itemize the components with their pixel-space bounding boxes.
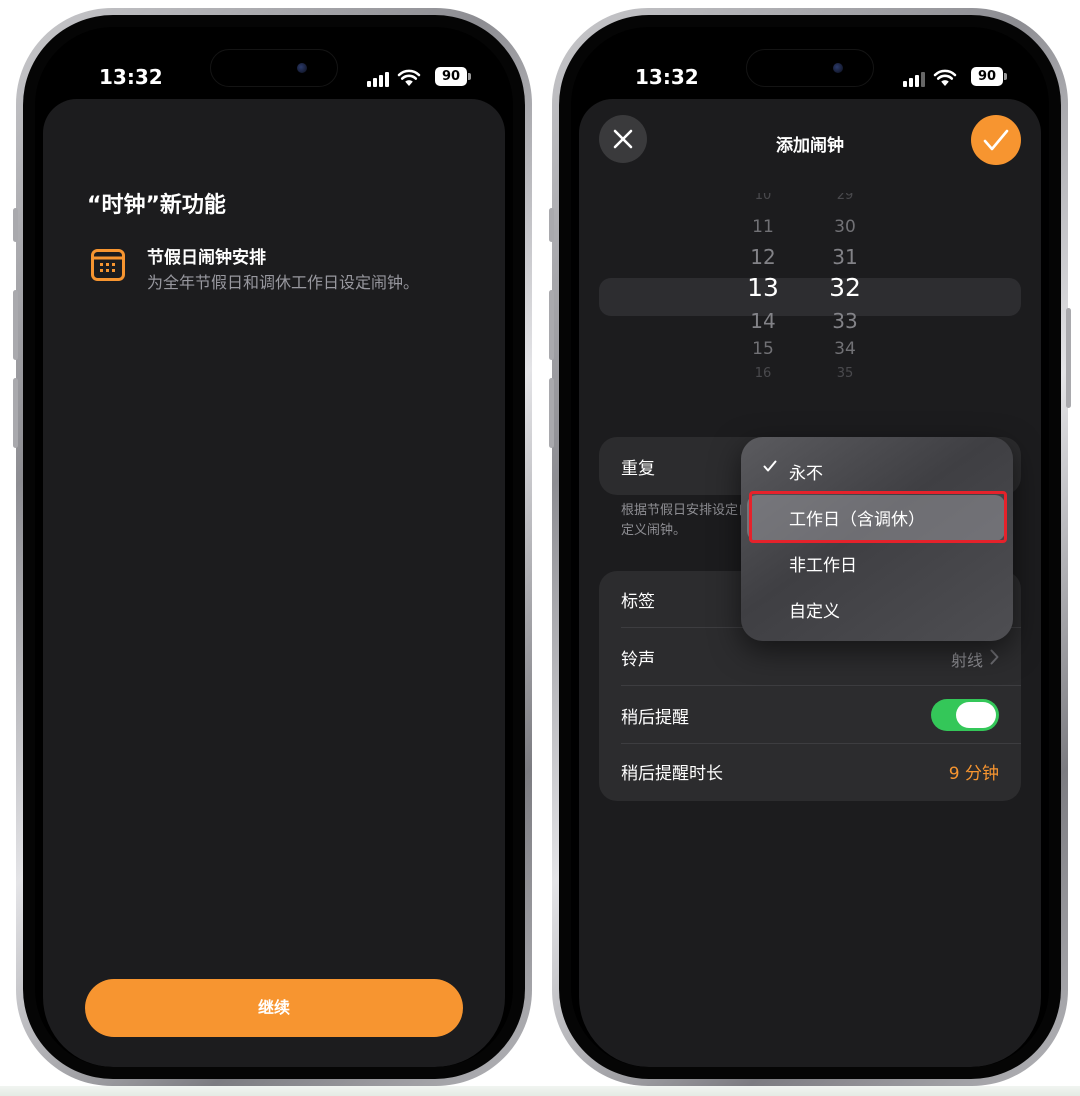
volume-up-button	[549, 290, 554, 360]
minute-value[interactable]: 33	[815, 309, 875, 333]
hour-value[interactable]: 13	[733, 273, 793, 302]
battery-icon: 90	[435, 67, 467, 86]
feature-title: 节假日闹钟安排	[147, 248, 266, 268]
phone-whats-new: 13:32 90 “时钟”新功能 节假日闹钟安排 为全年节假日和调休工作日设定闹…	[13, 8, 532, 1086]
feature-description: 为全年节假日和调休工作日设定闹钟。	[147, 273, 420, 292]
action-button	[549, 208, 554, 242]
status-bar: 13:32 90	[35, 27, 513, 99]
snooze-duration-value: 9 分钟	[948, 764, 999, 784]
minute-value[interactable]: 29	[815, 193, 875, 207]
hour-picker[interactable]: 10 11 12 13 14 15 16	[733, 193, 793, 397]
hour-value[interactable]: 15	[733, 339, 793, 359]
battery-icon: 90	[971, 67, 1003, 86]
hour-value[interactable]: 12	[733, 245, 793, 269]
divider	[621, 743, 1021, 744]
snooze-row-label: 稍后提醒	[621, 708, 689, 728]
volume-down-button	[549, 378, 554, 448]
wifi-icon	[397, 69, 421, 86]
minute-value[interactable]: 32	[815, 273, 875, 302]
status-bar: 13:32 90	[571, 27, 1049, 99]
repeat-label: 重复	[621, 459, 655, 479]
toggle-knob	[956, 702, 996, 728]
annotation-highlight-box	[749, 491, 1007, 543]
battery-cap	[468, 73, 471, 80]
minute-value[interactable]: 31	[815, 245, 875, 269]
snooze-toggle[interactable]	[931, 699, 999, 731]
snooze-duration-label[interactable]: 稍后提醒时长	[621, 759, 723, 784]
add-alarm-sheet: 添加闹钟 10 11 12 13 14 15 16 29 30 31 32 33 34 35 重复 根据…	[579, 99, 1041, 1067]
minute-value[interactable]: 30	[815, 217, 875, 237]
menu-item-non-workdays[interactable]: 非工作日	[789, 551, 857, 576]
holiday-footnote: 根据节假日安排设定自定义闹钟。	[621, 503, 752, 538]
hour-value[interactable]: 10	[733, 193, 793, 207]
label-row-label[interactable]: 标签	[621, 587, 655, 612]
minute-value[interactable]: 35	[815, 367, 875, 381]
phone-add-alarm: 13:32 90 添加闹钟 10 11 12 13 14 15 16 29 30…	[549, 8, 1071, 1086]
cellular-signal-icon	[903, 71, 929, 87]
picker-selection-band	[599, 278, 1021, 316]
calendar-icon	[91, 249, 125, 281]
status-time: 13:32	[99, 65, 163, 89]
hour-value[interactable]: 14	[733, 309, 793, 333]
menu-item-custom[interactable]: 自定义	[789, 597, 840, 622]
done-button[interactable]	[971, 115, 1021, 165]
chevron-right-icon	[990, 649, 999, 665]
screen: 13:32 90 添加闹钟 10 11 12 13 14 15 16 29 30…	[571, 27, 1049, 1067]
divider	[621, 685, 1021, 686]
dynamic-island	[210, 49, 338, 87]
bottom-strip	[0, 1086, 1080, 1096]
hour-value[interactable]: 16	[733, 367, 793, 381]
sound-value: 射线	[950, 651, 983, 670]
minute-value[interactable]: 34	[815, 339, 875, 359]
volume-down-button	[13, 378, 18, 448]
repeat-menu: 永不 工作日（含调休） 非工作日 自定义	[741, 437, 1013, 641]
camera-icon	[297, 63, 307, 73]
hour-value[interactable]: 11	[733, 217, 793, 237]
checkmark-icon	[983, 129, 1009, 151]
camera-icon	[833, 63, 843, 73]
checkmark-icon	[763, 460, 777, 472]
volume-up-button	[13, 290, 18, 360]
whats-new-title: “时钟”新功能	[87, 193, 226, 218]
wifi-icon	[933, 69, 957, 86]
sound-row-label[interactable]: 铃声	[621, 645, 655, 670]
power-button	[1066, 308, 1071, 408]
screen: 13:32 90 “时钟”新功能 节假日闹钟安排 为全年节假日和调休工作日设定闹…	[35, 27, 513, 1067]
status-time: 13:32	[635, 65, 699, 89]
minute-picker[interactable]: 29 30 31 32 33 34 35	[815, 193, 875, 397]
dynamic-island	[746, 49, 874, 87]
action-button	[13, 208, 18, 242]
cellular-signal-icon	[367, 71, 393, 87]
continue-button[interactable]: 继续	[85, 979, 463, 1037]
menu-item-never[interactable]: 永不	[789, 459, 823, 484]
battery-cap	[1004, 73, 1007, 80]
whats-new-sheet: “时钟”新功能 节假日闹钟安排 为全年节假日和调休工作日设定闹钟。 继续	[43, 99, 505, 1067]
